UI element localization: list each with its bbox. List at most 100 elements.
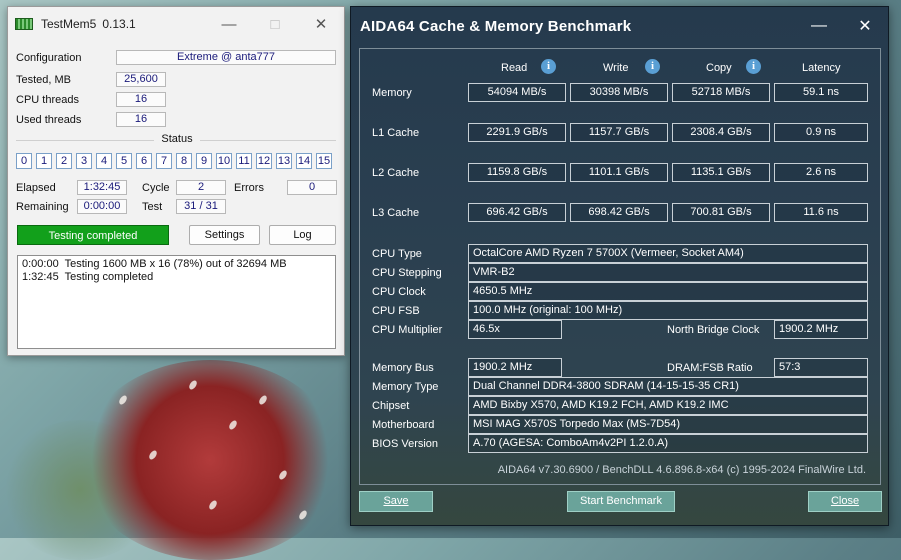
nb-clock-label: North Bridge Clock <box>667 324 760 336</box>
aida-footer: AIDA64 v7.30.6900 / BenchDLL 4.6.896.8-x… <box>497 464 866 476</box>
cpu-multiplier-value: 46.5x <box>468 320 562 339</box>
cpu-fsb-value: 100.0 MHz (original: 100 MHz) <box>468 301 868 320</box>
benchmark-value: 2291.9 GB/s <box>468 123 566 142</box>
thread-status-box: 3 <box>76 153 92 169</box>
close-button[interactable]: ✕ <box>298 7 344 41</box>
motherboard-label: Motherboard <box>372 419 435 431</box>
memory-bus-label: Memory Bus <box>372 362 434 374</box>
benchmark-value: 1101.1 GB/s <box>570 163 668 182</box>
benchmark-value: 700.81 GB/s <box>672 203 770 222</box>
cpu-stepping-label: CPU Stepping <box>372 267 442 279</box>
configuration-value: Extreme @ anta777 <box>116 50 336 65</box>
remaining-value: 0:00:00 <box>77 199 127 214</box>
cpu-threads-label: CPU threads <box>16 94 79 106</box>
benchmark-value: 698.42 GB/s <box>570 203 668 222</box>
benchmark-row-label: L1 Cache <box>372 127 420 139</box>
thread-status-box: 2 <box>56 153 72 169</box>
thread-status-box: 7 <box>156 153 172 169</box>
used-threads-label: Used threads <box>16 114 82 126</box>
wallpaper-flower <box>80 360 340 560</box>
cpu-multiplier-label: CPU Multiplier <box>372 324 443 336</box>
remaining-label: Remaining <box>16 201 69 213</box>
benchmark-value: 696.42 GB/s <box>468 203 566 222</box>
tested-label: Tested, MB <box>16 74 72 86</box>
nb-clock-value: 1900.2 MHz <box>774 320 868 339</box>
benchmark-value: 59.1 ns <box>774 83 868 102</box>
maximize-button[interactable]: □ <box>252 7 298 41</box>
info-icon[interactable]: i <box>645 59 660 74</box>
chipset-label: Chipset <box>372 400 410 412</box>
cpu-clock-label: CPU Clock <box>372 286 426 298</box>
close-dialog-button[interactable]: Close <box>808 491 882 512</box>
elapsed-label: Elapsed <box>16 182 56 194</box>
cpu-threads-value: 16 <box>116 92 166 107</box>
benchmark-value: 2.6 ns <box>774 163 868 182</box>
testmem-titlebar[interactable]: TestMem5 0.13.1 — □ ✕ <box>8 7 344 41</box>
benchmark-value: 30398 MB/s <box>570 83 668 102</box>
testmem-title: TestMem5 0.13.1 <box>41 17 136 31</box>
cpu-type-label: CPU Type <box>372 248 422 260</box>
benchmark-value: 0.9 ns <box>774 123 868 142</box>
benchmark-row-label: Memory <box>372 87 412 99</box>
motherboard-value: MSI MAG X570S Torpedo Max (MS-7D54) <box>468 415 868 434</box>
cpu-stepping-value: VMR-B2 <box>468 263 868 282</box>
test-label: Test <box>142 201 163 213</box>
benchmark-value: 1159.8 GB/s <box>468 163 566 182</box>
start-benchmark-button[interactable]: Start Benchmark <box>567 491 675 512</box>
thread-status-box: 8 <box>176 153 192 169</box>
memory-bus-value: 1900.2 MHz <box>468 358 562 377</box>
minimize-button[interactable]: — <box>796 11 842 41</box>
bios-value: A.70 (AGESA: ComboAm4v2PI 1.2.0.A) <box>468 434 868 453</box>
settings-button[interactable]: Settings <box>189 225 260 245</box>
benchmark-value: 54094 MB/s <box>468 83 566 102</box>
benchmark-row-label: L2 Cache <box>372 167 420 179</box>
aida-window: AIDA64 Cache & Memory Benchmark — ✕ Read… <box>350 6 889 526</box>
used-threads-value: 16 <box>116 112 166 127</box>
aida-title: AIDA64 Cache & Memory Benchmark <box>360 18 632 35</box>
errors-value: 0 <box>287 180 337 195</box>
thread-status-box: 15 <box>316 153 332 169</box>
thread-status-box: 1 <box>36 153 52 169</box>
thread-status-box: 13 <box>276 153 292 169</box>
errors-label: Errors <box>234 182 264 194</box>
cpu-fsb-label: CPU FSB <box>372 305 420 317</box>
minimize-button[interactable]: — <box>206 7 252 41</box>
cpu-type-value: OctalCore AMD Ryzen 7 5700X (Vermeer, So… <box>468 244 868 263</box>
column-copy: Copy <box>706 62 732 74</box>
close-button[interactable]: ✕ <box>842 11 888 41</box>
column-read: Read <box>501 62 528 74</box>
benchmark-row-label: L3 Cache <box>372 207 420 219</box>
benchmark-value: 1135.1 GB/s <box>672 163 770 182</box>
thread-status-box: 6 <box>136 153 152 169</box>
thread-status-box: 5 <box>116 153 132 169</box>
test-value: 31 / 31 <box>176 199 226 214</box>
status-label: Status <box>161 133 193 145</box>
log-output[interactable]: 0:00:00 Testing 1600 MB x 16 (78%) out o… <box>17 255 336 349</box>
thread-status-box: 4 <box>96 153 112 169</box>
info-icon[interactable]: i <box>541 59 556 74</box>
log-line: 1:32:45 Testing completed <box>22 271 154 283</box>
cycle-label: Cycle <box>142 182 170 194</box>
dram-fsb-label: DRAM:FSB Ratio <box>667 362 753 374</box>
thread-status-box: 12 <box>256 153 272 169</box>
log-button[interactable]: Log <box>269 225 336 245</box>
configuration-label: Configuration <box>16 52 82 64</box>
elapsed-value: 1:32:45 <box>77 180 127 195</box>
benchmark-value: 11.6 ns <box>774 203 868 222</box>
dram-fsb-value: 57:3 <box>774 358 868 377</box>
cycle-value: 2 <box>176 180 226 195</box>
info-icon[interactable]: i <box>746 59 761 74</box>
bios-label: BIOS Version <box>372 438 439 450</box>
memory-module-icon <box>15 18 33 30</box>
status-divider <box>200 140 336 141</box>
cpu-clock-value: 4650.5 MHz <box>468 282 868 301</box>
benchmark-value: 52718 MB/s <box>672 83 770 102</box>
save-button[interactable]: Save <box>359 491 433 512</box>
memory-type-value: Dual Channel DDR4-3800 SDRAM (14-15-15-3… <box>468 377 868 396</box>
benchmark-value: 1157.7 GB/s <box>570 123 668 142</box>
column-write: Write <box>603 62 629 74</box>
result-status: Testing completed <box>17 225 169 245</box>
thread-status-box: 11 <box>236 153 252 169</box>
testmem-window: TestMem5 0.13.1 — □ ✕ Configuration Extre… <box>7 6 345 356</box>
log-line: 0:00:00 Testing 1600 MB x 16 (78%) out o… <box>22 258 287 270</box>
